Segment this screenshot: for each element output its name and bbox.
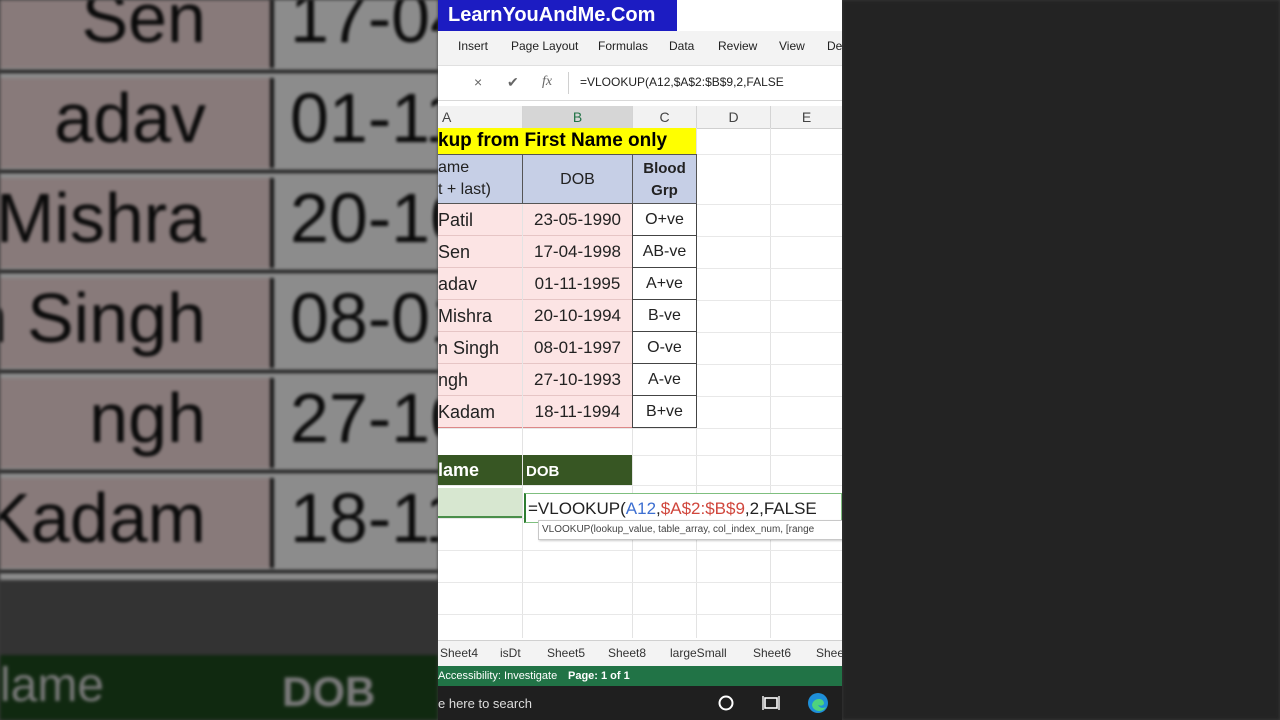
blood-cell[interactable]: B-ve: [632, 300, 697, 332]
status-bar: Accessibility: Investigate Page: 1 of 1: [438, 666, 842, 686]
column-headers: A B C D E: [438, 106, 842, 130]
background-left: Sen17-04 adav01-11 Mishra20-10 n Singh08…: [0, 0, 438, 720]
function-icon[interactable]: fx: [542, 74, 552, 90]
formula-input[interactable]: =VLOOKUP(A12,$A$2:$B$9,2,FALSE: [580, 75, 784, 89]
tab-insert[interactable]: Insert: [458, 39, 488, 53]
task-view-icon[interactable]: [760, 692, 782, 714]
ribbon-tabs: Insert Page Layout Formulas Data Review …: [438, 31, 842, 66]
name-cell[interactable]: n Singh: [438, 332, 522, 364]
bg-row: Sen17-04: [0, 0, 438, 73]
lookup-dob-header[interactable]: DOB: [523, 455, 632, 485]
blood-cell[interactable]: A+ve: [632, 268, 697, 300]
dob-cell[interactable]: 18-11-1994: [523, 396, 632, 428]
page-status: Page: 1 of 1: [568, 670, 630, 682]
accessibility-status[interactable]: Accessibility: Investigate: [438, 666, 557, 686]
bg-row: Mishra20-10: [0, 170, 438, 273]
cancel-icon[interactable]: ×: [474, 74, 482, 90]
tab-data[interactable]: Data: [669, 39, 694, 53]
column-header-e[interactable]: E: [771, 106, 842, 128]
name-cell[interactable]: adav: [438, 268, 522, 300]
blood-cell[interactable]: AB-ve: [632, 236, 697, 268]
name-cell[interactable]: Sen: [438, 236, 522, 268]
bg-row: ngh27-10: [0, 370, 438, 473]
tab-view[interactable]: View: [779, 39, 805, 53]
excel-window: LearnYouAndMe.Com Insert Page Layout For…: [438, 0, 842, 720]
dob-cell[interactable]: 20-10-1994: [523, 300, 632, 332]
name-cell[interactable]: ngh: [438, 364, 522, 396]
blood-cell[interactable]: A-ve: [632, 364, 697, 396]
sheet-tab[interactable]: Sheet5: [547, 646, 585, 660]
blood-cell[interactable]: B+ve: [632, 396, 697, 428]
dob-cell[interactable]: 27-10-1993: [523, 364, 632, 396]
header-name[interactable]: ame t + last): [438, 154, 523, 204]
dob-cell[interactable]: 17-04-1998: [523, 236, 632, 268]
header-dob[interactable]: DOB: [522, 154, 633, 204]
blood-cell[interactable]: O+ve: [632, 204, 697, 236]
bg-row: n Singh08-01: [0, 270, 438, 373]
sheet-tab[interactable]: Shee: [816, 646, 842, 660]
dob-cell[interactable]: 08-01-1997: [523, 332, 632, 364]
lookup-name-header[interactable]: lame: [438, 455, 522, 485]
dob-cell[interactable]: 23-05-1990: [523, 204, 632, 236]
tab-page-layout[interactable]: Page Layout: [511, 39, 578, 53]
sheet-tab[interactable]: isDt: [500, 646, 521, 660]
cortana-icon[interactable]: [715, 692, 737, 714]
bg-row: Kadam18-11: [0, 470, 438, 573]
name-cell[interactable]: Mishra: [438, 300, 522, 332]
column-header-b[interactable]: B: [523, 106, 633, 130]
name-cell[interactable]: Patil: [438, 204, 522, 236]
column-header-c[interactable]: C: [633, 106, 697, 128]
sheet-tab[interactable]: Sheet4: [440, 646, 478, 660]
function-tooltip: VLOOKUP(lookup_value, table_array, col_i…: [538, 520, 842, 540]
tab-review[interactable]: Review: [718, 39, 757, 53]
tab-formulas[interactable]: Formulas: [598, 39, 648, 53]
blood-cell[interactable]: O-ve: [632, 332, 697, 364]
dob-cell[interactable]: 01-11-1995: [523, 268, 632, 300]
enter-icon[interactable]: ✔: [507, 74, 519, 91]
sheet-tab[interactable]: Sheet8: [608, 646, 646, 660]
name-cell[interactable]: Kadam: [438, 396, 522, 428]
header-blood-group[interactable]: Blood Grp: [632, 154, 697, 204]
sheet-tab[interactable]: largeSmall: [670, 646, 727, 660]
tab-developer[interactable]: Dev: [827, 39, 842, 53]
windows-taskbar: e here to search: [438, 686, 842, 720]
worksheet-grid[interactable]: kup from First Name only ame t + last) D…: [438, 128, 842, 638]
background-right: [842, 0, 1280, 720]
sheet-tab[interactable]: Sheet6: [753, 646, 791, 660]
column-header-d[interactable]: D: [697, 106, 771, 128]
column-header-a[interactable]: A: [438, 106, 523, 128]
active-cell-editor[interactable]: =VLOOKUP(A12,$A$2:$B$9,2,FALSE: [524, 493, 842, 523]
sheet-title[interactable]: kup from First Name only: [438, 128, 696, 154]
edge-browser-icon[interactable]: [807, 692, 829, 714]
lookup-name-input-cell[interactable]: [438, 488, 522, 518]
bg-row: adav01-11: [0, 70, 438, 173]
formula-bar: × ✔ fx =VLOOKUP(A12,$A$2:$B$9,2,FALSE: [438, 66, 842, 101]
taskbar-search-input[interactable]: e here to search: [438, 696, 532, 711]
brand-watermark: LearnYouAndMe.Com: [438, 0, 677, 31]
sheet-tabs: Sheet4 isDt Sheet5 Sheet8 largeSmall She…: [438, 640, 842, 667]
